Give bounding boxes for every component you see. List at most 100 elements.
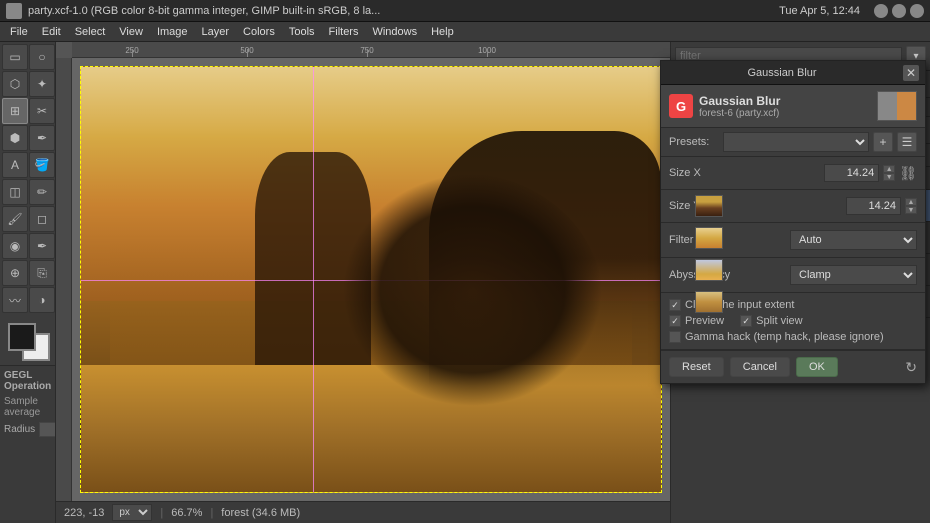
layer-thumb-forest bbox=[695, 195, 723, 217]
canvas-container[interactable] bbox=[72, 58, 670, 501]
tool-ink[interactable]: ✒ bbox=[29, 233, 55, 259]
menu-edit[interactable]: Edit bbox=[36, 24, 67, 40]
tool-scissors[interactable]: ✂ bbox=[29, 98, 55, 124]
ok-button[interactable]: OK bbox=[796, 357, 838, 377]
foreground-color[interactable] bbox=[8, 323, 36, 351]
tool-bucket-fill[interactable]: 🪣 bbox=[29, 152, 55, 178]
gamma-row: Gamma hack (temp hack, please ignore) bbox=[669, 331, 917, 343]
split-row: Split view bbox=[740, 315, 802, 327]
tool-blend[interactable]: ◫ bbox=[2, 179, 28, 205]
tool-foreground-select[interactable]: ⬢ bbox=[2, 125, 28, 151]
menu-layer[interactable]: Layer bbox=[196, 24, 236, 40]
color-selector[interactable] bbox=[0, 315, 55, 365]
tool-select-by-color[interactable]: ⊞ bbox=[2, 98, 28, 124]
window-title: party.xcf-1.0 (RGB color 8-bit gamma int… bbox=[28, 5, 773, 17]
toolbox: ▭ ○ ⬡ ✦ ⊞ ✂ ⬢ ✒ A 🪣 ◫ ✏ 🖌 ◻ ◉ ✒ ⊕ ⎘ 〰 ◑ … bbox=[0, 42, 56, 523]
gamma-checkbox[interactable] bbox=[669, 331, 681, 343]
tool-pencil[interactable]: ✏ bbox=[29, 179, 55, 205]
size-y-down[interactable]: ▼ bbox=[905, 206, 917, 214]
abyss-select[interactable]: Clamp None Loop bbox=[790, 265, 917, 285]
size-x-section: Size X ▲ ▼ ⛓ bbox=[661, 157, 925, 190]
dialog-header: G Gaussian Blur forest-6 (party.xcf) bbox=[661, 85, 925, 128]
tool-eraser[interactable]: ◻ bbox=[29, 206, 55, 232]
tool-paintbrush[interactable]: 🖌 bbox=[2, 206, 28, 232]
dialog-header-title: Gaussian Blur bbox=[699, 94, 871, 108]
tool-text[interactable]: A bbox=[2, 152, 28, 178]
size-x-up[interactable]: ▲ bbox=[883, 165, 895, 173]
size-y-input[interactable] bbox=[846, 197, 901, 215]
ruler-horizontal: 250 500 750 1000 bbox=[72, 42, 670, 58]
menu-image[interactable]: Image bbox=[151, 24, 194, 40]
canvas-area: 250 500 750 1000 bbox=[56, 42, 670, 523]
tool-grid: ▭ ○ ⬡ ✦ ⊞ ✂ ⬢ ✒ A 🪣 ◫ ✏ 🖌 ◻ ◉ ✒ ⊕ ⎘ 〰 ◑ bbox=[0, 42, 55, 315]
ruler-vertical bbox=[56, 58, 72, 501]
gaussian-blur-dialog: Gaussian Blur ✕ G Gaussian Blur forest-6… bbox=[660, 60, 926, 384]
menu-windows[interactable]: Windows bbox=[366, 24, 423, 40]
presets-label: Presets: bbox=[669, 136, 719, 148]
cancel-button[interactable]: Cancel bbox=[730, 357, 790, 377]
preview-label: Preview bbox=[685, 315, 724, 327]
tool-smudge[interactable]: 〰 bbox=[2, 287, 28, 313]
tool-heal[interactable]: ⊕ bbox=[2, 260, 28, 286]
tool-free-select[interactable]: ⬡ bbox=[2, 71, 28, 97]
size-x-input[interactable] bbox=[824, 164, 879, 182]
refresh-icon[interactable]: ↻ bbox=[905, 359, 917, 376]
radius-label: Radius bbox=[4, 424, 35, 435]
split-checkbox[interactable] bbox=[740, 315, 752, 327]
menu-help[interactable]: Help bbox=[425, 24, 460, 40]
preset-add-button[interactable]: + bbox=[873, 132, 893, 152]
app-icon bbox=[6, 3, 22, 19]
size-x-label: Size X bbox=[669, 167, 820, 179]
window-controls bbox=[874, 4, 924, 18]
preview-checkbox[interactable] bbox=[669, 315, 681, 327]
radius-input[interactable] bbox=[39, 422, 56, 437]
tool-dodge[interactable]: ◑ bbox=[29, 287, 55, 313]
preview-split-row: Preview Split view bbox=[669, 313, 917, 329]
coords-display: 223, -13 bbox=[64, 507, 104, 519]
menu-view[interactable]: View bbox=[113, 24, 149, 40]
menubar: File Edit Select View Image Layer Colors… bbox=[0, 22, 930, 42]
preset-menu-button[interactable]: ☰ bbox=[897, 132, 917, 152]
menu-select[interactable]: Select bbox=[69, 24, 112, 40]
preview-row: Preview bbox=[669, 315, 724, 327]
filter-select[interactable]: Auto IIR RLE bbox=[790, 230, 917, 250]
presets-row: Presets: + ☰ bbox=[669, 132, 917, 152]
size-x-row: Size X ▲ ▼ ⛓ bbox=[669, 164, 917, 182]
layer-display: forest (34.6 MB) bbox=[221, 507, 300, 519]
size-y-up[interactable]: ▲ bbox=[905, 198, 917, 206]
menu-tools[interactable]: Tools bbox=[283, 24, 321, 40]
maximize-button[interactable] bbox=[892, 4, 906, 18]
tool-option-sub: Sample average bbox=[4, 396, 51, 418]
tool-options: GEGL Operation Sample average Radius bbox=[0, 365, 55, 523]
menu-file[interactable]: File bbox=[4, 24, 34, 40]
dialog-title: Gaussian Blur bbox=[667, 67, 897, 79]
unit-select[interactable]: px in cm bbox=[112, 504, 152, 521]
dialog-close-button[interactable]: ✕ bbox=[903, 65, 919, 81]
tool-rect-select[interactable]: ▭ bbox=[2, 44, 28, 70]
rulers-and-canvas: 250 500 750 1000 bbox=[56, 42, 670, 501]
tool-fuzzy-select[interactable]: ✦ bbox=[29, 71, 55, 97]
tool-clone[interactable]: ⎘ bbox=[29, 260, 55, 286]
reset-button[interactable]: Reset bbox=[669, 357, 724, 377]
zoom-display: 66.7% bbox=[171, 507, 202, 519]
dialog-header-sub: forest-6 (party.xcf) bbox=[699, 108, 871, 119]
abyss-label: Abyss policy bbox=[669, 269, 786, 281]
presets-section: Presets: + ☰ bbox=[661, 128, 925, 157]
tool-ellipse-select[interactable]: ○ bbox=[29, 44, 55, 70]
main-layout: ▭ ○ ⬡ ✦ ⊞ ✂ ⬢ ✒ A 🪣 ◫ ✏ 🖌 ◻ ◉ ✒ ⊕ ⎘ 〰 ◑ … bbox=[0, 42, 930, 523]
clip-checkbox[interactable] bbox=[669, 299, 681, 311]
size-x-spinner: ▲ ▼ bbox=[883, 165, 895, 181]
tool-airbrush[interactable]: ◉ bbox=[2, 233, 28, 259]
chain-icon[interactable]: ⛓ bbox=[899, 165, 917, 182]
tool-paths[interactable]: ✒ bbox=[29, 125, 55, 151]
canvas-image[interactable] bbox=[80, 66, 662, 493]
dialog-preview-thumb bbox=[877, 91, 917, 121]
close-button[interactable] bbox=[910, 4, 924, 18]
gamma-label: Gamma hack (temp hack, please ignore) bbox=[685, 331, 884, 343]
presets-select[interactable] bbox=[723, 132, 869, 152]
size-x-down[interactable]: ▼ bbox=[883, 173, 895, 181]
menu-filters[interactable]: Filters bbox=[323, 24, 365, 40]
minimize-button[interactable] bbox=[874, 4, 888, 18]
size-y-spinner: ▲ ▼ bbox=[905, 198, 917, 214]
menu-colors[interactable]: Colors bbox=[237, 24, 281, 40]
